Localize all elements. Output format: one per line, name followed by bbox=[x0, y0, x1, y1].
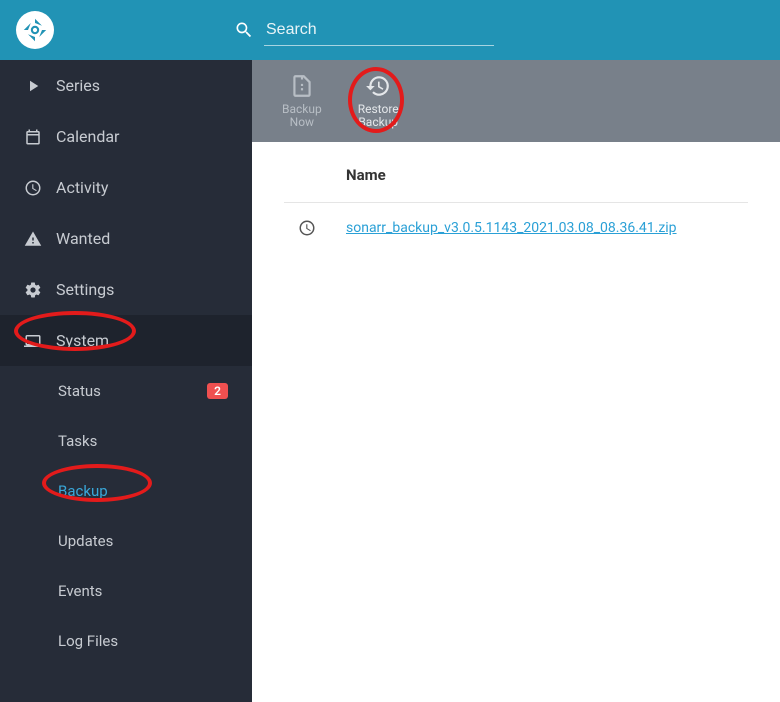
sub-label: Status bbox=[58, 382, 101, 400]
nav-label: Settings bbox=[56, 280, 114, 299]
nav-label: Activity bbox=[56, 178, 108, 197]
sub-label: Events bbox=[58, 582, 102, 600]
sidebar: Series Calendar Activity Wanted Settings… bbox=[0, 60, 252, 702]
sub-label: Log Files bbox=[58, 632, 118, 650]
tool-label-l2: Now bbox=[290, 115, 314, 129]
search-container bbox=[234, 15, 494, 46]
backup-table: Name sonarr_backup_v3.0.5.1143_2021.03.0… bbox=[252, 142, 780, 277]
sidebar-sub-status[interactable]: Status 2 bbox=[0, 366, 252, 416]
row-type-icon-wrap bbox=[284, 219, 330, 237]
sub-label: Updates bbox=[58, 532, 113, 550]
tool-label-l2: Backup bbox=[358, 115, 398, 129]
nav-label: Calendar bbox=[56, 127, 119, 146]
toolbar: BackupNow RestoreBackup bbox=[252, 60, 780, 142]
sub-label: Backup bbox=[58, 482, 108, 500]
warning-icon bbox=[24, 230, 42, 248]
sidebar-item-series[interactable]: Series bbox=[0, 60, 252, 111]
sidebar-sub-tasks[interactable]: Tasks bbox=[0, 416, 252, 466]
app-logo[interactable] bbox=[16, 11, 54, 49]
play-icon bbox=[24, 77, 42, 95]
sidebar-item-wanted[interactable]: Wanted bbox=[0, 213, 252, 264]
backup-file-link[interactable]: sonarr_backup_v3.0.5.1143_2021.03.08_08.… bbox=[346, 220, 677, 236]
sidebar-item-calendar[interactable]: Calendar bbox=[0, 111, 252, 162]
gears-icon bbox=[24, 281, 42, 299]
tool-label-l1: Backup bbox=[282, 102, 322, 116]
column-header-name: Name bbox=[284, 166, 748, 203]
sub-label: Tasks bbox=[58, 432, 97, 450]
restore-backup-button[interactable]: RestoreBackup bbox=[352, 69, 405, 133]
file-archive-icon bbox=[289, 73, 315, 99]
scheduled-icon bbox=[298, 219, 316, 237]
search-icon bbox=[234, 20, 254, 40]
calendar-icon bbox=[24, 128, 42, 146]
nav-label: System bbox=[56, 331, 109, 350]
sidebar-sub-updates[interactable]: Updates bbox=[0, 516, 252, 566]
nav-label: Series bbox=[56, 76, 100, 95]
backup-now-button[interactable]: BackupNow bbox=[276, 69, 328, 133]
sidebar-item-settings[interactable]: Settings bbox=[0, 264, 252, 315]
laptop-icon bbox=[24, 332, 42, 350]
clock-icon bbox=[24, 179, 42, 197]
table-row: sonarr_backup_v3.0.5.1143_2021.03.08_08.… bbox=[284, 203, 748, 253]
restore-icon bbox=[365, 73, 391, 99]
sidebar-sub-logfiles[interactable]: Log Files bbox=[0, 616, 252, 666]
content-area: BackupNow RestoreBackup Name sonarr_back… bbox=[252, 60, 780, 702]
nav-label: Wanted bbox=[56, 229, 110, 248]
status-badge: 2 bbox=[207, 383, 228, 399]
sidebar-item-activity[interactable]: Activity bbox=[0, 162, 252, 213]
tool-label-l1: Restore bbox=[358, 102, 399, 116]
sidebar-sub-backup[interactable]: Backup bbox=[0, 466, 252, 516]
sidebar-item-system[interactable]: System bbox=[0, 315, 252, 366]
logo-icon bbox=[21, 16, 49, 44]
sidebar-sub-events[interactable]: Events bbox=[0, 566, 252, 616]
topbar bbox=[0, 0, 780, 60]
search-input[interactable] bbox=[264, 15, 494, 46]
